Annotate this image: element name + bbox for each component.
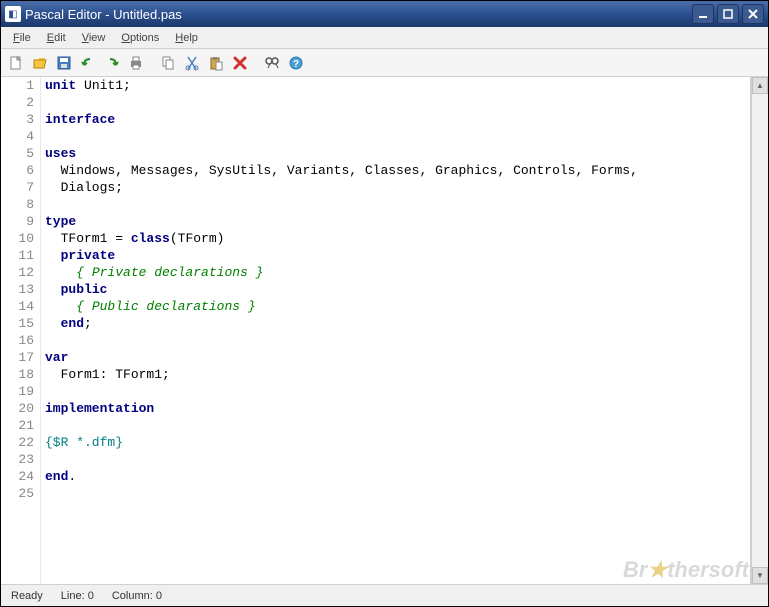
menu-edit[interactable]: Edit	[39, 30, 74, 46]
find-button[interactable]	[261, 52, 283, 74]
close-button[interactable]	[742, 4, 764, 24]
window: ◧ Pascal Editor - Untitled.pas File Edit…	[0, 0, 769, 607]
gutter: 1234567891011121314151617181920212223242…	[1, 77, 41, 584]
scroll-up-icon[interactable]: ▲	[752, 77, 768, 94]
code-editor[interactable]: 1234567891011121314151617181920212223242…	[1, 77, 751, 584]
window-title: Pascal Editor - Untitled.pas	[25, 7, 692, 22]
svg-text:?: ?	[293, 59, 299, 70]
status-column: Column: 0	[108, 590, 166, 602]
scroll-track[interactable]	[752, 94, 768, 567]
maximize-button[interactable]	[717, 4, 739, 24]
cut-button[interactable]	[181, 52, 203, 74]
statusbar: Ready Line: 0 Column: 0	[1, 584, 768, 606]
titlebar[interactable]: ◧ Pascal Editor - Untitled.pas	[1, 1, 768, 27]
save-button[interactable]	[53, 52, 75, 74]
copy-button[interactable]	[157, 52, 179, 74]
toolbar: ?	[1, 49, 768, 77]
code-content[interactable]: unit Unit1; interface uses Windows, Mess…	[41, 77, 750, 584]
redo-button[interactable]	[101, 52, 123, 74]
undo-button[interactable]	[77, 52, 99, 74]
menu-options[interactable]: Options	[113, 30, 167, 46]
scroll-down-icon[interactable]: ▼	[752, 567, 768, 584]
app-icon: ◧	[5, 6, 21, 22]
open-button[interactable]	[29, 52, 51, 74]
menubar: File Edit View Options Help	[1, 27, 768, 49]
print-button[interactable]	[125, 52, 147, 74]
vertical-scrollbar[interactable]: ▲ ▼	[751, 77, 768, 584]
status-line: Line: 0	[57, 590, 98, 602]
new-file-button[interactable]	[5, 52, 27, 74]
paste-button[interactable]	[205, 52, 227, 74]
menu-file[interactable]: File	[5, 30, 39, 46]
help-button[interactable]: ?	[285, 52, 307, 74]
menu-view[interactable]: View	[74, 30, 114, 46]
delete-button[interactable]	[229, 52, 251, 74]
editor-area: 1234567891011121314151617181920212223242…	[1, 77, 768, 584]
menu-help[interactable]: Help	[167, 30, 206, 46]
status-ready: Ready	[7, 590, 47, 602]
minimize-button[interactable]	[692, 4, 714, 24]
